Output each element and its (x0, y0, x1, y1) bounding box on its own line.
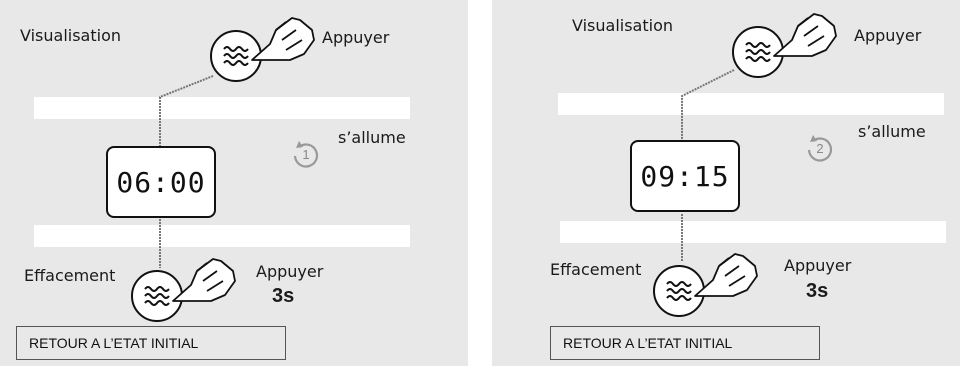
connector-diagram: 1 (131, 17, 319, 322)
heat-waves-icon-top (732, 26, 784, 78)
heat-waves-icon-bottom (131, 270, 183, 322)
label-erase: Effacement (24, 266, 116, 285)
time-display-value: 09:15 (640, 159, 730, 193)
rotation-badge-icon-1: 1 (293, 141, 319, 168)
heat-waves-icon-bottom (653, 265, 705, 317)
pointing-hand-icon-top (251, 17, 315, 61)
connector-line-top (681, 69, 735, 140)
label-lights: s’allume (858, 122, 926, 141)
pointing-hand-icon-top (773, 13, 837, 57)
label-press-bottom: Appuyer (784, 256, 852, 275)
svg-text:1: 1 (302, 147, 309, 162)
reset-label-text: RETOUR A L’ETAT INITIAL (563, 335, 733, 351)
label-visualisation: Visualisation (20, 26, 121, 45)
panel-left: 1 Visualisation Appuyer s’allume 06:00 E… (0, 0, 468, 366)
reset-label-box: RETOUR A L’ETAT INITIAL (550, 326, 820, 360)
time-display: 09:15 (630, 140, 740, 212)
label-duration: 3s (806, 280, 829, 302)
svg-text:2: 2 (816, 141, 823, 156)
heat-waves-icon-top (210, 30, 262, 82)
time-display: 06:00 (106, 146, 216, 218)
pointing-hand-icon-bottom (694, 253, 758, 297)
rotation-badge-icon-2: 2 (807, 135, 833, 162)
label-visualisation: Visualisation (572, 16, 673, 35)
panel-right: 2 Visualisation Appuyer s’allume 09:15 E… (492, 0, 960, 366)
label-press-top: Appuyer (322, 28, 390, 47)
label-press-bottom: Appuyer (256, 262, 324, 281)
reset-label-text: RETOUR A L’ETAT INITIAL (29, 335, 199, 351)
pointing-hand-icon-bottom (172, 258, 236, 302)
label-erase: Effacement (550, 260, 642, 279)
label-lights: s’allume (338, 128, 406, 147)
label-press-top: Appuyer (854, 26, 922, 45)
reset-label-box: RETOUR A L’ETAT INITIAL (16, 326, 286, 360)
time-display-value: 06:00 (116, 165, 206, 199)
connector-line-top (159, 75, 214, 146)
label-duration: 3s (272, 285, 295, 307)
